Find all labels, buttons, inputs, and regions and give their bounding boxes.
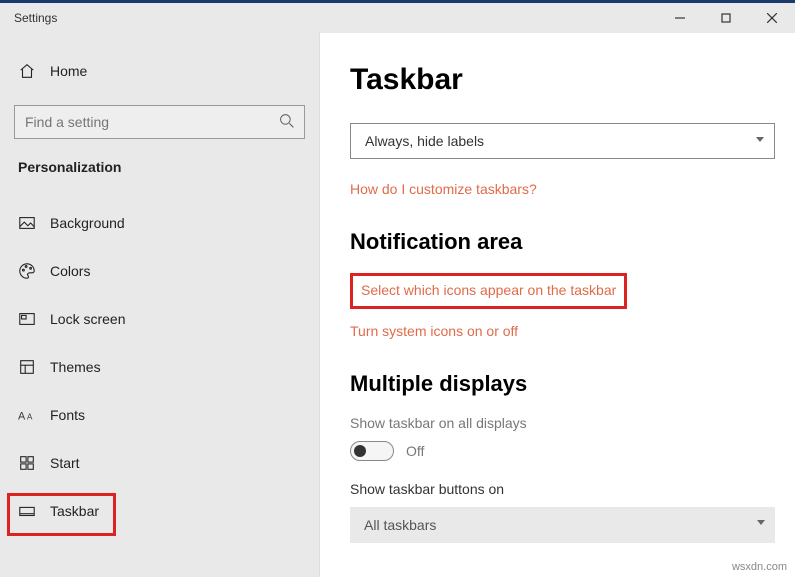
- close-button[interactable]: [749, 3, 795, 33]
- content-pane: Taskbar Always, hide labels How do I cus…: [320, 33, 795, 577]
- sidebar-item-lockscreen[interactable]: Lock screen: [0, 295, 319, 343]
- combine-dropdown[interactable]: Always, hide labels: [350, 123, 775, 159]
- buttons-dropdown[interactable]: All taskbars: [350, 507, 775, 543]
- show-all-displays-toggle[interactable]: [350, 441, 394, 461]
- svg-text:A: A: [18, 411, 26, 423]
- nav-label: Colors: [50, 263, 90, 279]
- sidebar-item-taskbar[interactable]: Taskbar: [0, 487, 319, 535]
- nav-label: Lock screen: [50, 311, 125, 327]
- nav-label: Taskbar: [50, 503, 99, 519]
- watermark: wsxdn.com: [732, 561, 787, 573]
- show-all-displays-label: Show taskbar on all displays: [350, 415, 775, 431]
- search-icon: [279, 113, 295, 134]
- sidebar-item-background[interactable]: Background: [0, 199, 319, 247]
- image-icon: [18, 214, 42, 232]
- titlebar: Settings: [0, 3, 795, 33]
- themes-icon: [18, 358, 42, 376]
- sidebar-item-themes[interactable]: Themes: [0, 343, 319, 391]
- toggle-state: Off: [406, 443, 424, 459]
- taskbar-icon: [18, 502, 42, 520]
- svg-text:A: A: [27, 413, 33, 422]
- multiple-displays-heading: Multiple displays: [350, 371, 775, 397]
- palette-icon: [18, 262, 42, 280]
- nav-label: Background: [50, 215, 125, 231]
- show-buttons-label: Show taskbar buttons on: [350, 481, 775, 497]
- sidebar: Home Personalization Background Colors L…: [0, 33, 320, 577]
- home-button[interactable]: Home: [0, 47, 319, 95]
- start-icon: [18, 454, 42, 472]
- home-label: Home: [50, 63, 87, 79]
- nav-label: Themes: [50, 359, 101, 375]
- dropdown-value: All taskbars: [364, 517, 436, 533]
- nav-label: Start: [50, 455, 80, 471]
- section-label: Personalization: [0, 159, 319, 185]
- link-select-icons[interactable]: Select which icons appear on the taskbar: [361, 282, 616, 298]
- link-system-icons[interactable]: Turn system icons on or off: [350, 323, 518, 339]
- notification-heading: Notification area: [350, 229, 775, 255]
- maximize-button[interactable]: [703, 3, 749, 33]
- page-title: Taskbar: [350, 63, 775, 97]
- nav-label: Fonts: [50, 407, 85, 423]
- dropdown-value: Always, hide labels: [365, 133, 484, 149]
- search-input[interactable]: [14, 105, 305, 139]
- lockscreen-icon: [18, 310, 42, 328]
- sidebar-item-start[interactable]: Start: [0, 439, 319, 487]
- sidebar-item-colors[interactable]: Colors: [0, 247, 319, 295]
- window-title: Settings: [14, 11, 57, 25]
- sidebar-item-fonts[interactable]: AA Fonts: [0, 391, 319, 439]
- home-icon: [18, 62, 42, 80]
- minimize-button[interactable]: [657, 3, 703, 33]
- fonts-icon: AA: [18, 408, 42, 422]
- link-customize-taskbars[interactable]: How do I customize taskbars?: [350, 181, 537, 197]
